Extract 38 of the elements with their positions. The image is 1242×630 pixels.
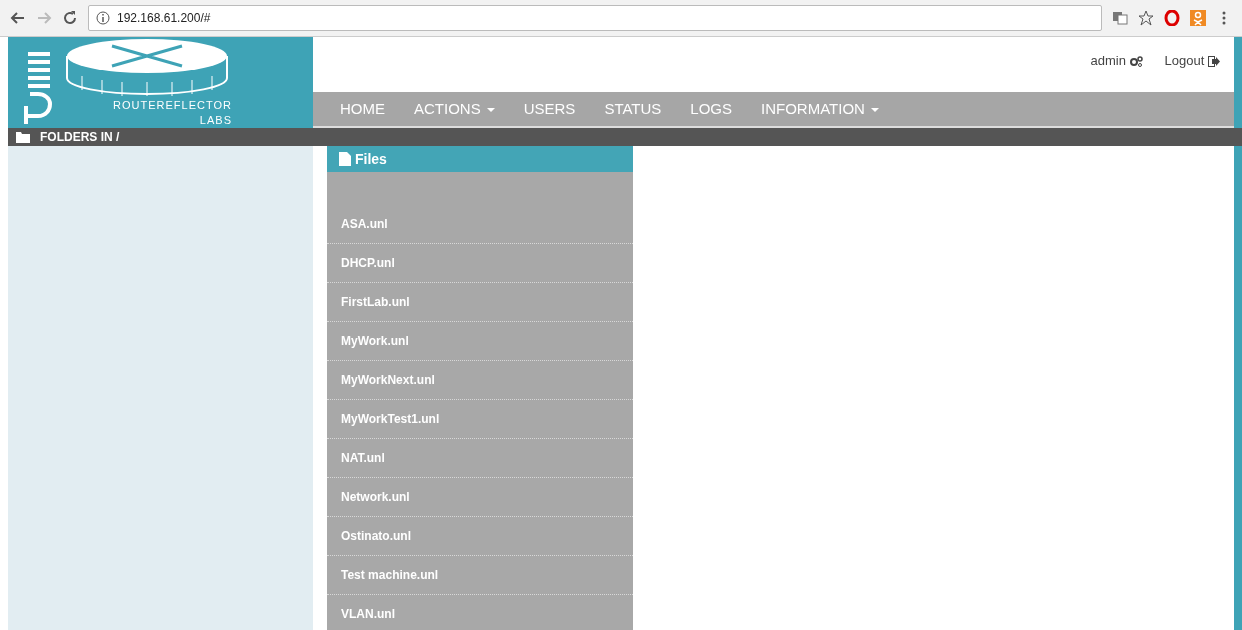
file-link[interactable]: FirstLab.unl	[341, 293, 410, 311]
logo-text: LABS	[199, 115, 232, 126]
files-header: Files	[327, 146, 633, 172]
file-link[interactable]: MyWorkTest1.unl	[341, 410, 440, 428]
url-text: 192.168.61.200/#	[117, 10, 211, 27]
file-link[interactable]: NAT.unl	[341, 449, 385, 467]
file-link[interactable]: VLAN.unl	[341, 605, 395, 623]
gears-icon	[1129, 56, 1143, 68]
nav-dropdown[interactable]: ACTIONS	[401, 97, 511, 121]
file-link[interactable]: ASA.unl	[341, 215, 388, 233]
translate-icon[interactable]	[1112, 10, 1128, 26]
caret-icon	[486, 107, 495, 112]
reload-icon[interactable]	[62, 10, 78, 26]
nav-dropdown[interactable]: INFORMATION	[748, 97, 895, 121]
caret-icon	[870, 107, 879, 112]
logo-text: ROUTEREFLECTOR	[113, 100, 232, 111]
logout-icon	[1208, 56, 1220, 68]
nav-link[interactable]: LOGS	[677, 97, 748, 121]
file-link[interactable]: Ostinato.unl	[341, 527, 411, 545]
address-bar[interactable]: 192.168.61.200/#	[88, 5, 1102, 31]
file-link[interactable]: Network.unl	[341, 488, 410, 506]
nav-link[interactable]: HOME	[327, 97, 401, 121]
back-icon[interactable]	[10, 10, 26, 26]
extension-icon[interactable]	[1190, 10, 1206, 26]
logout-link[interactable]: Logout	[1164, 51, 1220, 71]
file-link[interactable]: MyWork.unl	[341, 332, 409, 350]
file-link[interactable]: DHCP.unl	[341, 254, 395, 272]
star-icon[interactable]	[1138, 10, 1154, 26]
folders-title: FOLDERS IN /	[40, 129, 120, 146]
folder-icon	[16, 131, 30, 143]
nav-link[interactable]: STATUS	[591, 97, 678, 121]
file-icon	[339, 152, 351, 166]
file-link[interactable]: MyWorkNext.unl	[341, 371, 435, 389]
info-icon[interactable]	[95, 10, 111, 26]
user-link[interactable]: admin	[1090, 51, 1143, 71]
ring-icon[interactable]	[1164, 10, 1180, 26]
file-link[interactable]: Test machine.unl	[341, 566, 439, 584]
nav-link[interactable]: USERS	[510, 97, 592, 121]
